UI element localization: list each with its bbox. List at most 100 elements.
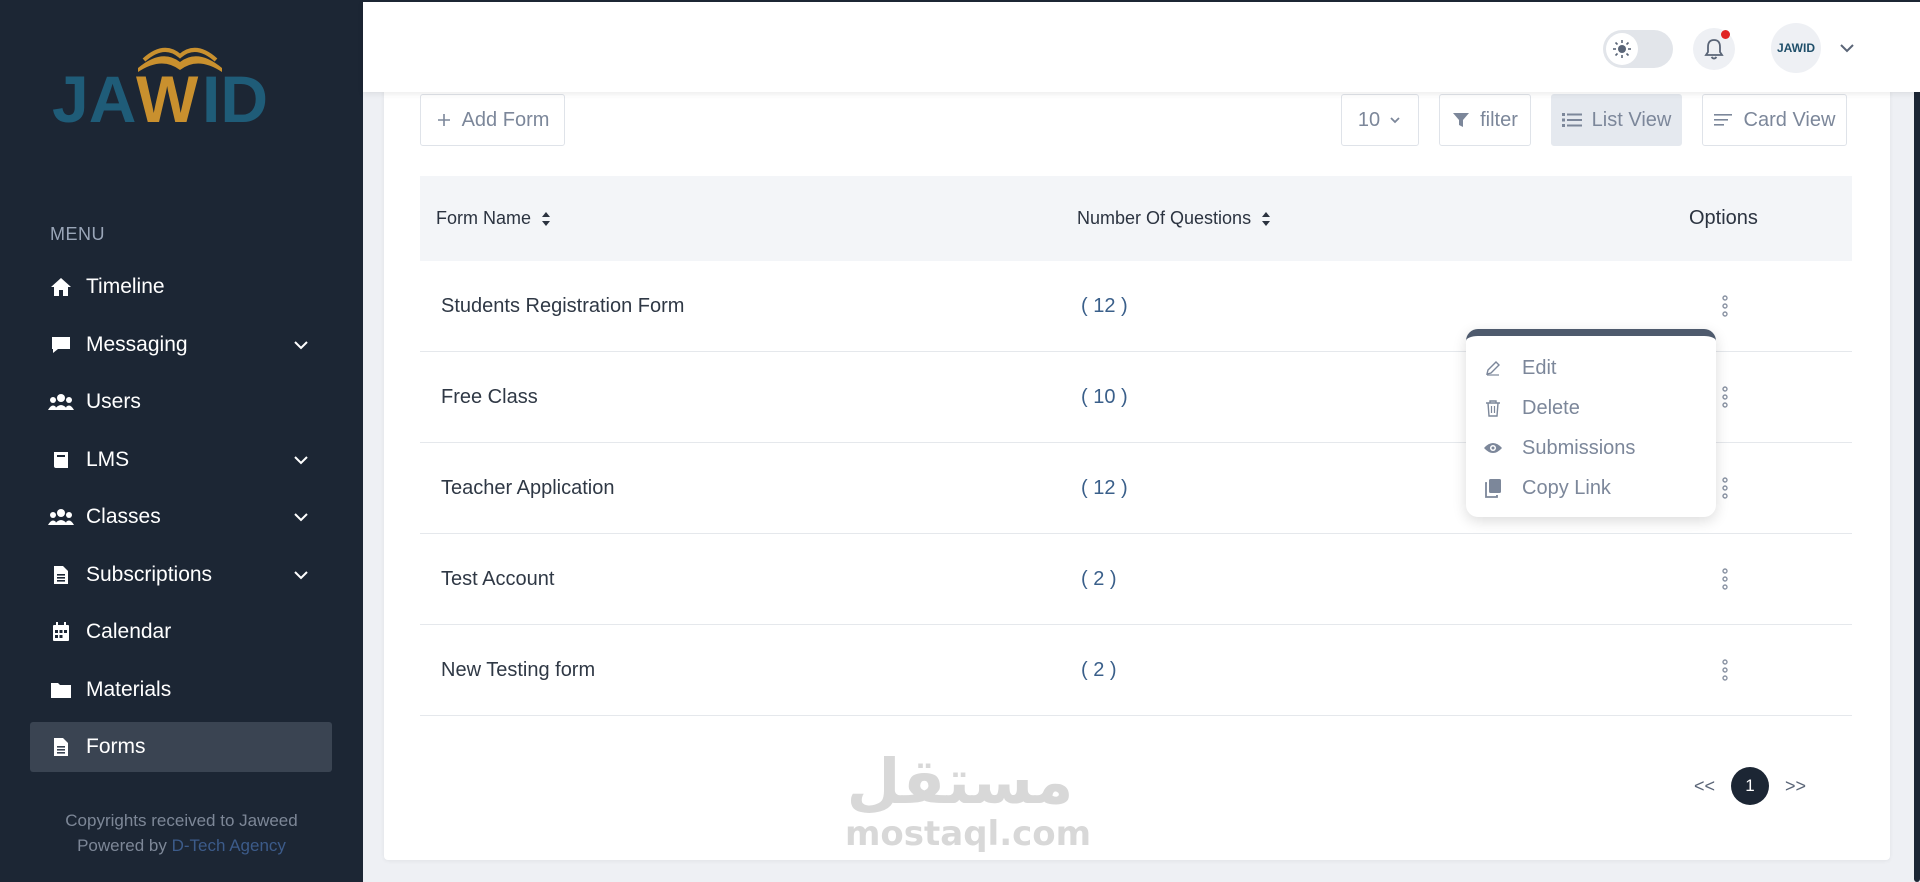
trash-icon <box>1482 399 1504 417</box>
pencil-icon <box>1482 359 1504 377</box>
options-menu: Edit Delete Submissions Copy Link <box>1466 329 1716 517</box>
svg-text:W: W <box>136 62 199 130</box>
list-view-label: List View <box>1591 108 1672 131</box>
sidebar-item-label: Users <box>86 390 141 413</box>
table-row: Test Account ( 2 ) <box>420 534 1852 625</box>
question-count: ( 2 ) <box>1081 658 1117 681</box>
folder-icon <box>48 679 74 701</box>
sidebar-item-label: Timeline <box>86 275 165 298</box>
column-header-number-of-questions[interactable]: Number Of Questions <box>1077 176 1271 261</box>
kebab-icon <box>1722 568 1728 590</box>
menu-item-copy-link[interactable]: Copy Link <box>1466 468 1716 508</box>
sidebar-item-messaging[interactable]: Messaging <box>30 320 332 370</box>
prev-page-button[interactable]: << <box>1694 776 1715 797</box>
sidebar-item-label: Classes <box>86 505 161 528</box>
bell-icon <box>1704 39 1724 60</box>
svg-text:ID: ID <box>202 62 268 130</box>
filter-button[interactable]: filter <box>1439 94 1531 146</box>
sidebar-item-label: Materials <box>86 677 172 701</box>
sidebar-item-label: Subscriptions <box>86 562 213 586</box>
brand-logo[interactable]: JA W ID <box>52 30 310 136</box>
menu-item-submissions[interactable]: Submissions <box>1466 428 1716 468</box>
next-page-button[interactable]: >> <box>1785 776 1806 797</box>
funnel-icon <box>1452 111 1470 129</box>
sidebar-item-users[interactable]: Users <box>30 377 332 427</box>
chat-icon <box>48 334 74 356</box>
avatar[interactable]: JAWID <box>1771 23 1821 73</box>
chevron-down-icon <box>1390 117 1400 124</box>
card-view-label: Card View <box>1743 108 1836 131</box>
topbar: JAWID <box>363 0 1920 92</box>
sidebar-item-label: LMS <box>86 447 130 471</box>
book-icon <box>48 449 74 471</box>
notifications-button[interactable] <box>1693 28 1735 70</box>
column-header-form-name[interactable]: Form Name <box>436 176 551 261</box>
kebab-icon <box>1722 295 1728 317</box>
question-count: ( 12 ) <box>1081 294 1128 317</box>
kebab-icon <box>1722 386 1728 408</box>
chevron-down-icon[interactable] <box>1837 38 1857 58</box>
add-form-label: Add Form <box>461 108 550 131</box>
copy-icon <box>1482 478 1504 498</box>
table-row: New Testing form ( 2 ) <box>420 625 1852 716</box>
card-view-icon <box>1713 112 1734 128</box>
table-header: Form Name Number Of Questions Options <box>420 176 1852 261</box>
chevron-down-icon <box>294 340 308 349</box>
add-form-button[interactable]: Add Form <box>420 94 565 146</box>
more-options-button[interactable] <box>1712 534 1738 624</box>
menu-item-edit[interactable]: Edit <box>1466 348 1716 388</box>
svg-text:JA: JA <box>52 62 136 130</box>
theme-toggle[interactable] <box>1603 30 1673 68</box>
current-page[interactable]: 1 <box>1731 767 1770 805</box>
sort-icon <box>1262 211 1271 226</box>
question-count: ( 10 ) <box>1081 385 1128 408</box>
pagination: << 1 >> <box>1694 767 1806 805</box>
sidebar: JA W ID MENU Timeline Messaging Users LM… <box>0 0 363 882</box>
sidebar-item-label: Messaging <box>86 332 188 356</box>
more-options-button[interactable] <box>1712 261 1738 351</box>
chevron-down-icon <box>294 513 308 522</box>
form-name[interactable]: Free Class <box>441 352 538 442</box>
sidebar-item-materials[interactable]: Materials <box>30 665 332 715</box>
kebab-icon <box>1722 659 1728 681</box>
sidebar-item-calendar[interactable]: Calendar <box>30 607 332 657</box>
document-icon <box>48 736 74 758</box>
users-icon <box>48 391 74 413</box>
home-icon <box>48 276 74 298</box>
question-count: ( 2 ) <box>1081 567 1117 590</box>
form-name[interactable]: Students Registration Form <box>441 261 684 351</box>
per-page-select[interactable]: 10 <box>1341 94 1419 146</box>
sidebar-item-lms[interactable]: LMS <box>30 435 332 485</box>
scrollbar[interactable] <box>1914 75 1920 882</box>
form-name[interactable]: Teacher Application <box>441 443 614 533</box>
notification-badge <box>1721 30 1730 39</box>
sidebar-item-subscriptions[interactable]: Subscriptions <box>30 550 332 600</box>
filter-label: filter <box>1480 108 1518 131</box>
sidebar-item-timeline[interactable]: Timeline <box>30 262 332 312</box>
sort-icon <box>542 211 551 226</box>
plus-icon <box>436 112 452 128</box>
per-page-value: 10 <box>1357 108 1381 131</box>
agency-link[interactable]: D-Tech Agency <box>172 836 286 855</box>
form-name[interactable]: Test Account <box>441 534 554 624</box>
kebab-icon <box>1722 477 1728 499</box>
more-options-button[interactable] <box>1712 625 1738 715</box>
sidebar-item-label: Forms <box>86 735 146 758</box>
sidebar-item-forms[interactable]: Forms <box>30 722 332 772</box>
column-header-options: Options <box>1689 207 1758 229</box>
watermark: مستقل mostaql.com <box>845 745 1091 853</box>
menu-item-delete[interactable]: Delete <box>1466 388 1716 428</box>
list-view-button[interactable]: List View <box>1551 94 1682 146</box>
watermark-arabic: مستقل <box>846 745 1074 818</box>
sidebar-nav: Timeline Messaging Users LMS Classes Sub… <box>30 262 332 780</box>
sidebar-item-classes[interactable]: Classes <box>30 492 332 542</box>
powered-by-text: Powered by <box>77 836 167 855</box>
form-name[interactable]: New Testing form <box>441 625 595 715</box>
sidebar-item-label: Calendar <box>86 620 172 643</box>
card-view-button[interactable]: Card View <box>1702 94 1847 146</box>
sun-icon <box>1606 33 1638 65</box>
chevron-down-icon <box>294 455 308 464</box>
chevron-down-icon <box>294 570 308 579</box>
document-icon <box>48 564 74 586</box>
list-icon <box>1561 112 1582 128</box>
